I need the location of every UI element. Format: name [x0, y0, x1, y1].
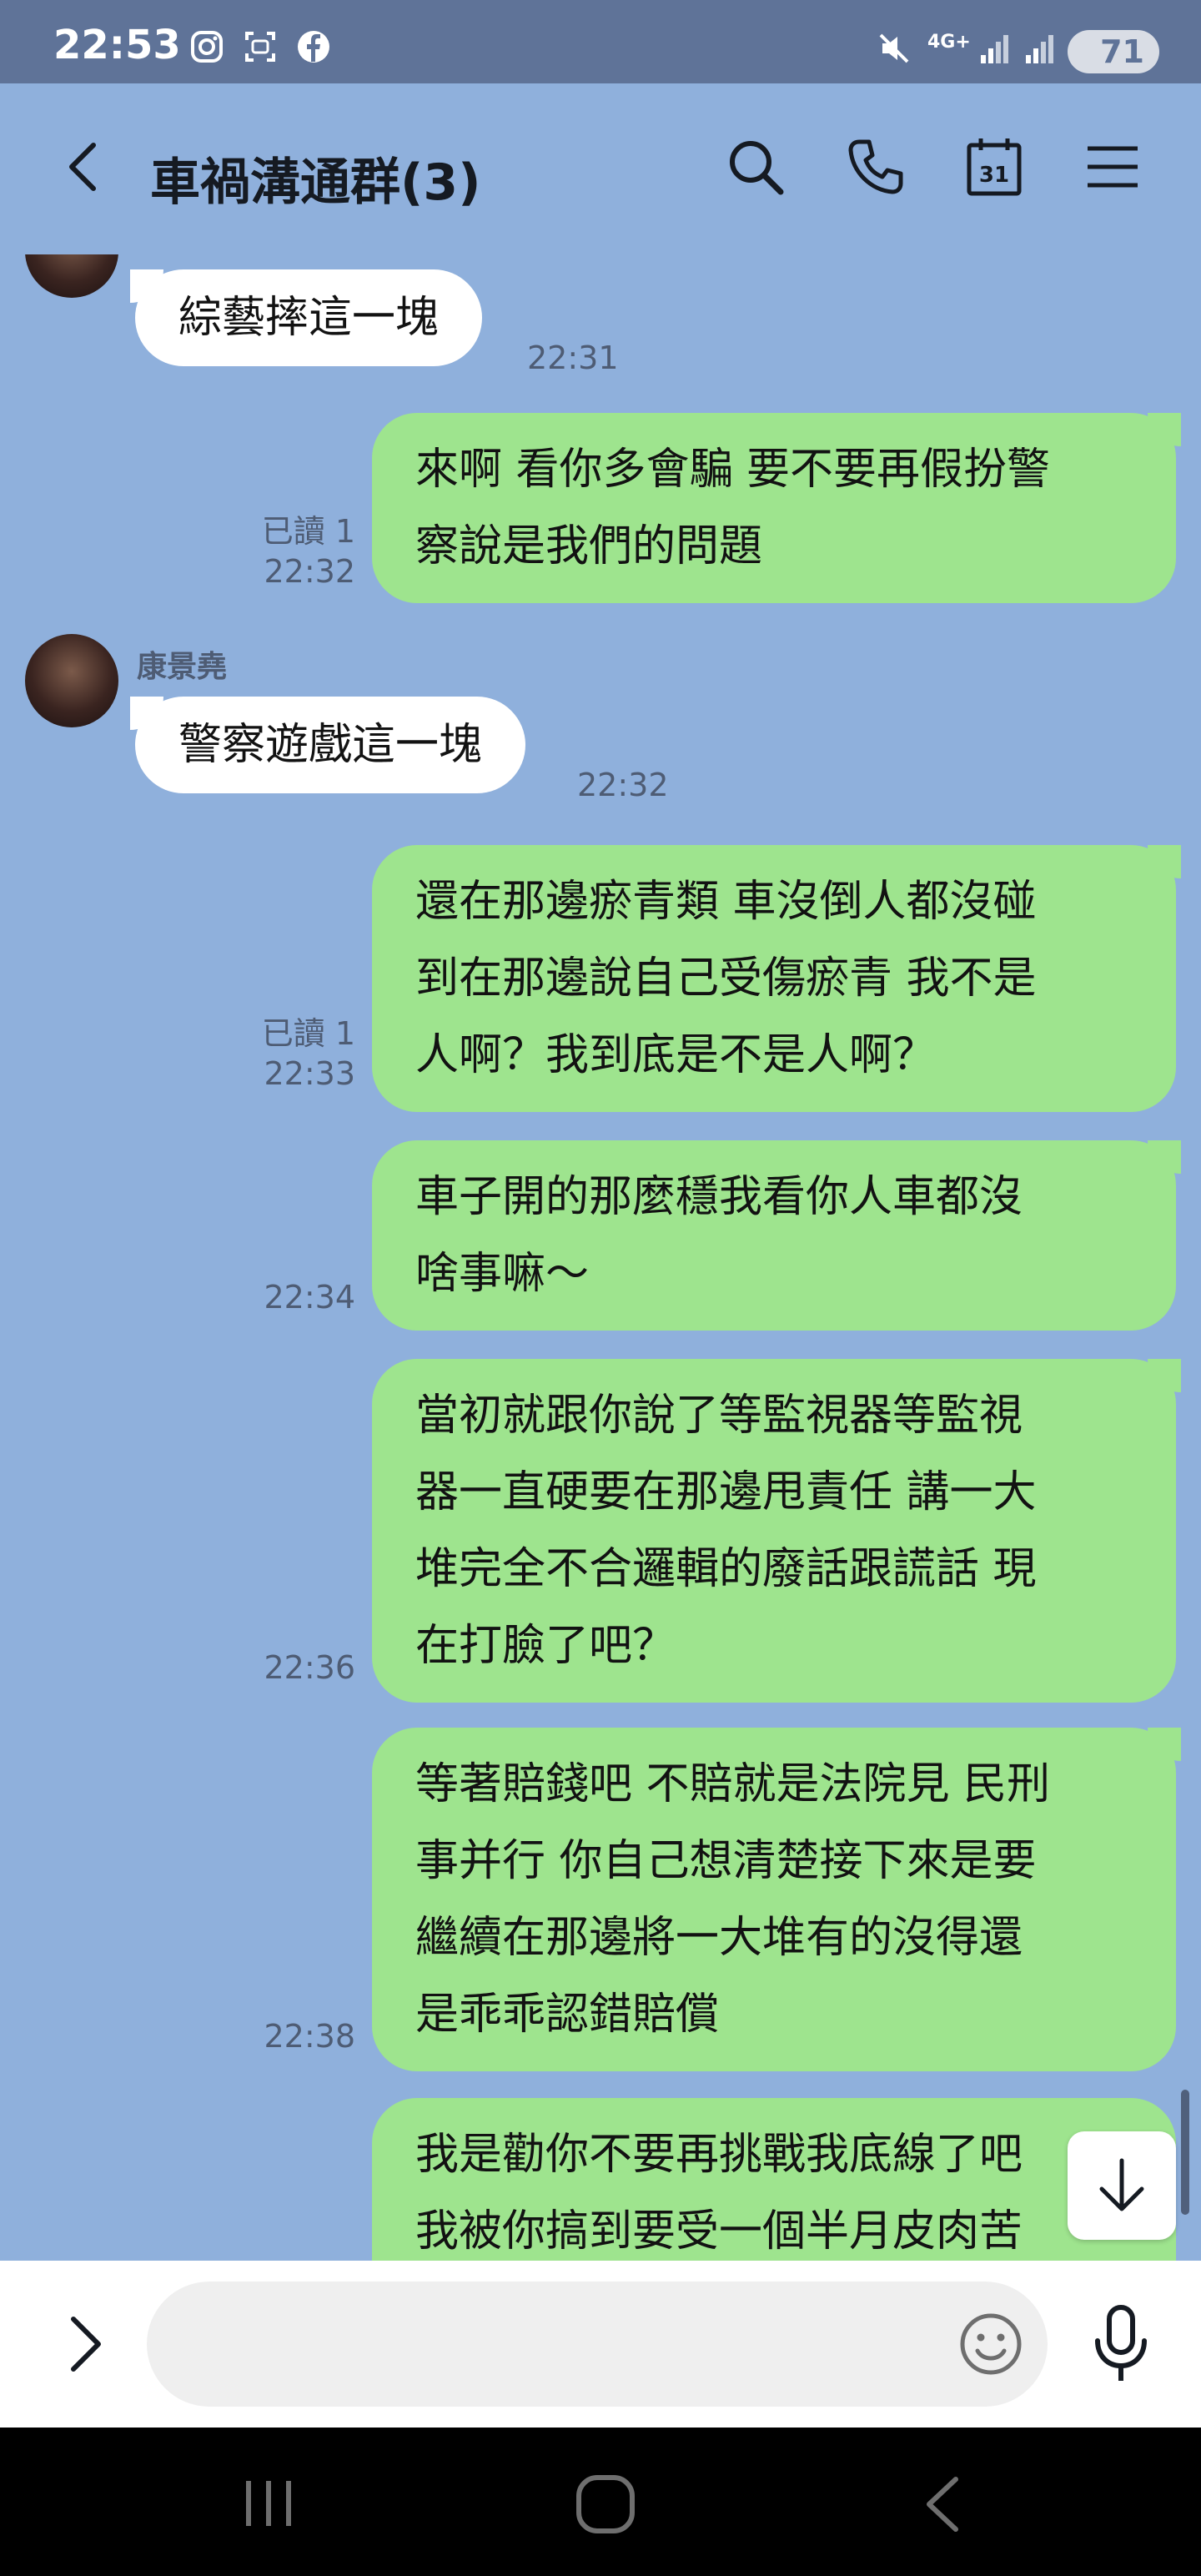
message-time-text: 22:38 — [264, 2018, 355, 2055]
scroll-down-icon — [1099, 2158, 1144, 2211]
message-bubble-outgoing[interactable]: 還在那邊瘀青類 車沒倒人都沒碰 到在那邊說自己受傷瘀青 我不是 人啊？我到底是不… — [372, 845, 1181, 1112]
message-line: 啥事嘛～ — [415, 1249, 590, 1299]
message-line: 當初就跟你說了等監視器等監視 — [415, 1391, 1023, 1441]
battery-indicator: 71 — [1068, 30, 1159, 73]
message-input-bar — [0, 2261, 1201, 2428]
message-bubble-incoming[interactable]: 綜藝摔這一塊 — [129, 269, 483, 366]
instagram-icon — [191, 31, 223, 63]
message-line: 繼續在那邊將一大堆有的沒得還 — [415, 1913, 1023, 1963]
message-time-text: 22:34 — [264, 1279, 355, 1316]
read-receipt: 已讀 1 — [261, 1015, 355, 1052]
message-text: 警察遊戲這一塊 — [178, 720, 483, 770]
microphone-icon[interactable] — [1088, 2302, 1154, 2386]
message-time-text: 22:32 — [577, 767, 669, 803]
avatar[interactable] — [25, 634, 118, 727]
message-time-text: 22:31 — [527, 340, 619, 376]
message-line: 我被你搞到要受一個半月皮肉苦 — [415, 2206, 1023, 2257]
message-text: 綜藝摔這一塊 — [178, 293, 440, 343]
sender-name: 康景堯 — [137, 650, 228, 684]
signal-icon-2 — [1026, 35, 1053, 63]
message-bubble-outgoing[interactable]: 車子開的那麼穩我看你人車都沒 啥事嘛～ — [372, 1140, 1181, 1331]
message-time-text: 22:32 — [264, 553, 355, 590]
message-line: 我是勸你不要再挑戰我底線了吧 — [415, 2130, 1023, 2180]
message-line: 車子開的那麼穩我看你人車都沒 — [415, 1172, 1023, 1222]
chat-messages[interactable]: 綜藝摔這一塊 22:31 已讀 1 22:32 來啊 看你多會騙 要不要再假扮警… — [0, 254, 1201, 2261]
message-meta: 已讀 1 22:32 — [262, 511, 355, 591]
message-time: 22:31 — [527, 338, 619, 378]
message-meta: 已讀 1 22:33 — [262, 1014, 355, 1094]
emoji-icon[interactable] — [957, 2311, 1024, 2377]
message-time: 22:32 — [577, 765, 669, 805]
avatar[interactable] — [25, 254, 118, 298]
signal-icon — [981, 35, 1008, 63]
network-type: 4G+ — [927, 32, 971, 53]
recent-apps-icon[interactable] — [235, 2474, 302, 2533]
message-time-text: 22:36 — [264, 1649, 355, 1686]
message-line: 等著賠錢吧 不賠就是法院見 民刑 — [415, 1759, 1051, 1809]
message-bubble-incoming[interactable]: 警察遊戲這一塊 — [129, 697, 526, 793]
mute-icon — [879, 33, 909, 63]
calendar-icon-day: 31 — [979, 163, 1009, 188]
message-line: 是乖乖認錯賠償 — [415, 1990, 720, 2040]
back-icon[interactable] — [50, 133, 117, 200]
chat-header: 車禍溝通群(3) 31 — [0, 83, 1201, 254]
search-icon[interactable] — [722, 133, 789, 200]
message-bubble-outgoing[interactable]: 來啊 看你多會騙 要不要再假扮警 察說是我們的問題 — [372, 413, 1181, 603]
chat-title: 車禍溝通群(3) — [150, 153, 481, 212]
status-bar: 22:53 4G+ 71 — [0, 0, 1201, 83]
message-bubble-outgoing[interactable]: 我是勸你不要再挑戰我底線了吧 我被你搞到要受一個半月皮肉苦 — [372, 2098, 1176, 2261]
scrollbar[interactable] — [1181, 2090, 1189, 2215]
message-line: 還在那邊瘀青類 車沒倒人都沒碰 — [415, 877, 1037, 927]
message-bubble-outgoing[interactable]: 等著賠錢吧 不賠就是法院見 民刑 事并行 你自己想清楚接下來是要 繼續在那邊將一… — [372, 1728, 1181, 2071]
home-icon[interactable] — [572, 2471, 639, 2538]
system-nav-bar — [0, 2428, 1201, 2576]
message-line: 堆完全不合邏輯的廢話跟謊話 現 — [415, 1544, 1037, 1594]
phone-icon[interactable] — [842, 133, 909, 200]
message-line: 到在那邊說自己受傷瘀青 我不是 — [415, 953, 1037, 1004]
message-meta: 22:34 — [264, 1277, 355, 1317]
nav-back-icon[interactable] — [909, 2471, 976, 2538]
facebook-icon — [298, 31, 329, 63]
scroll-down-button[interactable] — [1068, 2131, 1176, 2240]
screenshot-icon — [245, 32, 275, 62]
menu-icon[interactable] — [1079, 133, 1146, 200]
battery-level: 71 — [1100, 33, 1144, 70]
message-line: 人啊？我到底是不是人啊？ — [415, 1030, 937, 1080]
message-bubble-outgoing[interactable]: 當初就跟你說了等監視器等監視 器一直硬要在那邊甩責任 講一大 堆完全不合邏輯的廢… — [372, 1359, 1181, 1703]
message-line: 事并行 你自己想清楚接下來是要 — [415, 1836, 1037, 1886]
calendar-icon[interactable]: 31 — [961, 133, 1028, 200]
expand-icon[interactable] — [52, 2311, 118, 2377]
message-meta: 22:38 — [264, 2016, 355, 2056]
status-time: 22:53 — [53, 22, 181, 68]
message-line: 在打臉了吧？ — [415, 1621, 676, 1671]
message-line: 來啊 看你多會騙 要不要再假扮警 — [415, 445, 1051, 495]
message-line: 器一直硬要在那邊甩責任 講一大 — [415, 1467, 1037, 1517]
message-input[interactable] — [147, 2282, 1048, 2407]
message-time-text: 22:33 — [264, 1055, 355, 1092]
message-line: 察說是我們的問題 — [415, 521, 763, 571]
message-meta: 22:36 — [264, 1648, 355, 1688]
read-receipt: 已讀 1 — [261, 513, 355, 550]
